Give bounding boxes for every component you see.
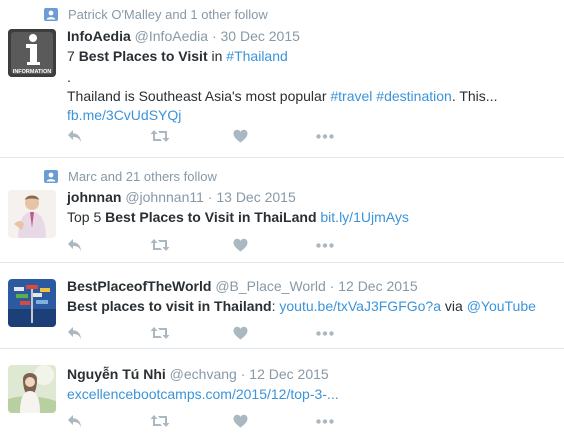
separator-dot: · [240,366,246,382]
separator-dot: · [207,189,213,205]
tweet-header: BestPlaceofTheWorld @B_Place_World · 12 … [67,277,556,295]
retweet-icon [150,327,170,339]
reply-icon [68,327,81,339]
avatar[interactable] [8,190,56,238]
tweet-text-line: . [67,69,71,85]
tweet-item[interactable]: Marc and 21 others follow johnnan @johnn… [0,158,564,263]
tweet-date[interactable]: 13 Dec 2015 [216,189,295,205]
reply-button[interactable] [67,235,150,255]
more-icon [316,330,334,336]
tweet-actions [67,126,399,146]
retweet-button[interactable] [150,411,233,431]
screen-name[interactable]: @echvang [170,366,237,382]
user-follow-icon [44,7,58,21]
reply-icon [68,415,81,427]
tweet-text-line: excellencebootcamps.com/2015/12/top-3-..… [67,385,556,404]
url-link[interactable]: bit.ly/1UjmAys [320,209,408,225]
retweet-icon [150,130,170,142]
reply-button[interactable] [67,323,150,343]
separator-dot: · [329,278,335,294]
like-button[interactable] [233,411,316,431]
reply-button[interactable] [67,411,150,431]
text-segment: in [207,48,227,64]
text-segment: 7 [67,48,79,64]
highlight-text: Best Places to Visit in ThaiLand [105,209,317,225]
tweet-item[interactable]: BestPlaceofTheWorld @B_Place_World · 12 … [0,263,564,349]
tweet-header: Nguyễn Tú Nhi @echvang · 12 Dec 2015 [67,365,556,383]
retweet-button[interactable] [150,126,233,146]
avatar[interactable] [8,365,56,413]
more-button[interactable] [316,411,399,431]
like-icon [233,129,248,143]
hashtag-link[interactable]: #Thailand [226,48,288,64]
retweet-icon [150,239,170,251]
hashtag-link[interactable]: #destination [376,88,452,104]
fullname[interactable]: Nguyễn Tú Nhi [67,366,166,382]
reply-icon [68,239,81,251]
screen-name[interactable]: @InfoAedia [135,28,208,44]
avatar[interactable]: INFORMATION [8,29,56,77]
tweet-header: InfoAedia @InfoAedia · 30 Dec 2015 [67,27,556,45]
text-segment: . This... [451,88,498,104]
tweet-text-line: 7 Best Places to Visit in #Thailand [67,47,556,66]
context-text: Patrick O'Malley and 1 other follow [68,6,268,22]
separator-dot: · [211,28,217,44]
text-segment: Top 5 [67,209,106,225]
tweet-text-line: Best places to visit in Thailand: youtu.… [67,297,556,316]
like-icon [233,238,248,252]
avatar[interactable] [8,279,56,327]
fullname[interactable]: johnnan [67,189,121,205]
like-icon [233,326,248,340]
url-link[interactable]: youtu.be/txVaJ3FGFGo?a [279,298,441,314]
tweet-date[interactable]: 30 Dec 2015 [221,28,300,44]
like-button[interactable] [233,235,316,255]
reply-icon [68,130,81,142]
avatar-label: INFORMATION [13,69,51,75]
tweet-actions [67,411,399,431]
context-text: Marc and 21 others follow [68,168,217,184]
like-button[interactable] [233,323,316,343]
more-icon [316,242,334,248]
reply-button[interactable] [67,126,150,146]
tweet-actions [67,235,399,255]
retweet-button[interactable] [150,235,233,255]
fullname[interactable]: InfoAedia [67,28,131,44]
tweet-date[interactable]: 12 Dec 2015 [338,278,417,294]
tweet-text-line: Thailand is Southeast Asia's most popula… [67,87,556,106]
screen-name[interactable]: @johnnan11 [125,189,204,205]
text-segment: via [441,298,467,314]
user-follow-icon [44,169,58,183]
tweet-text-line: fb.me/3CvUdSYQj [67,106,556,125]
more-button[interactable] [316,126,399,146]
tweet-date[interactable]: 12 Dec 2015 [249,366,328,382]
tweet-text-line: Top 5 Best Places to Visit in ThaiLand b… [67,208,556,227]
hashtag-link[interactable]: #travel [330,88,372,104]
retweet-icon [150,415,170,427]
social-context: Marc and 21 others follow [44,166,217,186]
more-icon [316,133,334,139]
screen-name[interactable]: @B_Place_World [215,278,325,294]
like-icon [233,414,248,428]
tweet-item[interactable]: Nguyễn Tú Nhi @echvang · 12 Dec 2015 exc… [0,349,564,442]
text-segment: Thailand is Southeast Asia's most popula… [67,88,331,104]
url-link[interactable]: excellencebootcamps.com/2015/12/top-3-..… [67,386,339,402]
mention-link[interactable]: @YouTube [467,298,536,314]
url-link[interactable]: fb.me/3CvUdSYQj [67,107,181,123]
tweet-actions [67,323,399,343]
social-context: Patrick O'Malley and 1 other follow [44,4,268,24]
like-button[interactable] [233,126,316,146]
highlight-text: Best places to visit in Thailand [67,298,272,314]
tweet-item[interactable]: Patrick O'Malley and 1 other follow INFO… [0,0,564,158]
highlight-text: Best Places to Visit [78,48,208,64]
more-icon [316,418,334,424]
more-button[interactable] [316,323,399,343]
retweet-button[interactable] [150,323,233,343]
fullname[interactable]: BestPlaceofTheWorld [67,278,211,294]
more-button[interactable] [316,235,399,255]
tweet-header: johnnan @johnnan11 · 13 Dec 2015 [67,188,556,206]
